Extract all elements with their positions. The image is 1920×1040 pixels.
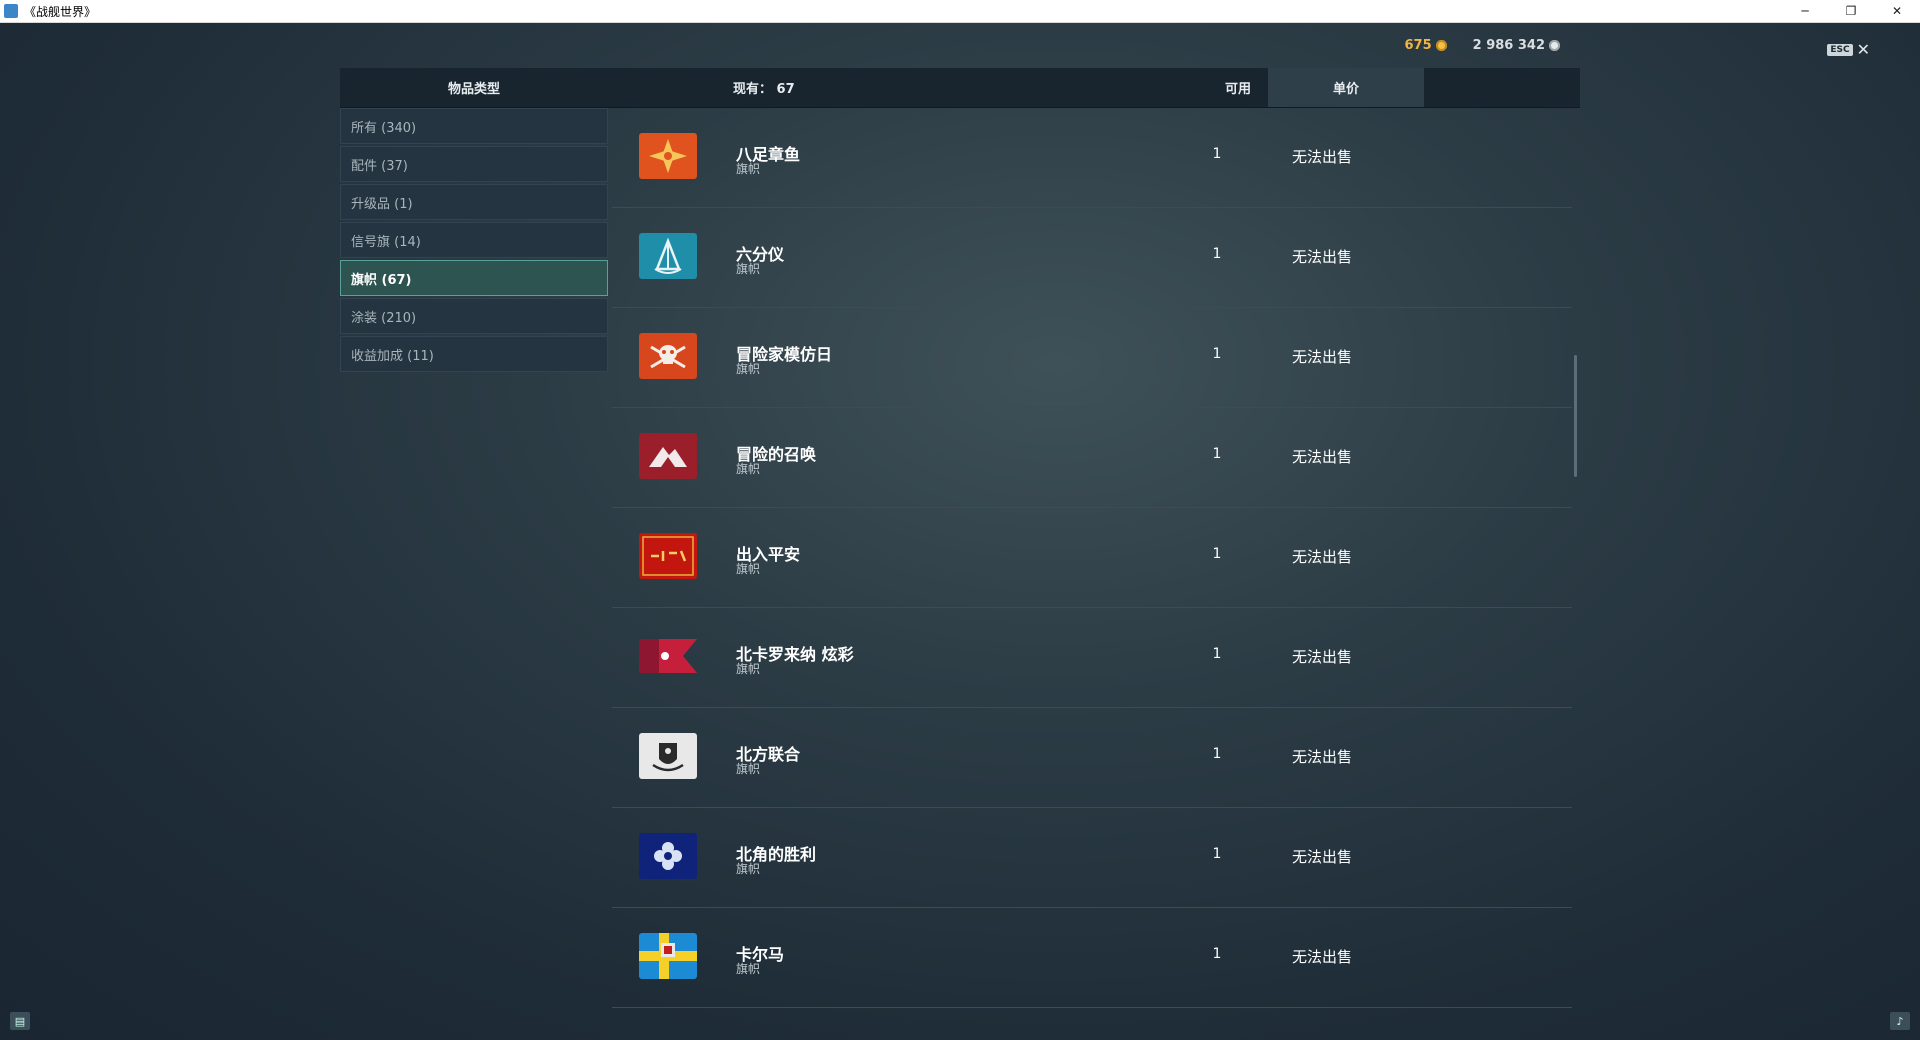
crest-flag-icon <box>639 733 697 779</box>
item-price: 无法出售 <box>1292 148 1353 166</box>
item-available: 1 <box>1212 146 1222 162</box>
list-item[interactable]: 卡尔马 旗帜 1 无法出售 <box>612 908 1572 1008</box>
list-item[interactable]: 冒险家模仿日 旗帜 1 无法出售 <box>612 308 1572 408</box>
item-price: 无法出售 <box>1292 448 1353 466</box>
pirate-flag-icon <box>639 333 697 379</box>
item-price: 无法出售 <box>1292 748 1353 766</box>
item-available: 1 <box>1212 746 1222 762</box>
item-price: 无法出售 <box>1292 848 1353 866</box>
owned-count-header: 现有： 67 <box>733 82 795 97</box>
minimize-button[interactable]: ─ <box>1782 0 1828 22</box>
close-icon[interactable]: ✕ <box>1857 42 1870 58</box>
esc-close-button[interactable]: ESC ✕ <box>1827 42 1870 58</box>
item-type: 旗帜 <box>736 462 761 476</box>
item-type-header: 物品类型 <box>447 82 500 97</box>
item-type: 旗帜 <box>736 962 761 976</box>
item-available: 1 <box>1212 646 1222 662</box>
item-price: 无法出售 <box>1292 548 1353 566</box>
close-window-button[interactable]: ✕ <box>1874 0 1920 22</box>
app-icon <box>4 4 18 18</box>
window-title: 《战舰世界》 <box>24 4 97 19</box>
item-available: 1 <box>1212 346 1222 362</box>
north-carolina-flag-icon <box>639 633 697 679</box>
category-sidebar: 所有 (340) 配件 (37) 升级品 (1) 信号旗 (14) 旗帜 (67… <box>340 108 608 374</box>
inventory-header: 物品类型 现有： 67 可用 单价 <box>340 68 1580 108</box>
currency-bar: 675 2 986 342 <box>1404 38 1560 53</box>
item-available: 1 <box>1212 946 1222 962</box>
item-available: 1 <box>1212 546 1222 562</box>
item-price: 无法出售 <box>1292 348 1353 366</box>
item-price: 无法出售 <box>1292 648 1353 666</box>
sextant-flag-icon <box>639 233 697 279</box>
list-item[interactable]: 北角的胜利 旗帜 1 无法出售 <box>612 808 1572 908</box>
kalmar-flag-icon <box>639 933 697 979</box>
item-available: 1 <box>1212 446 1222 462</box>
category-upgrades[interactable]: 升级品 (1) <box>340 184 608 220</box>
item-available: 1 <box>1212 246 1222 262</box>
esc-key-badge: ESC <box>1827 44 1853 56</box>
doubloons-value: 675 <box>1404 38 1432 53</box>
category-modules[interactable]: 配件 (37) <box>340 146 608 182</box>
item-type: 旗帜 <box>736 762 761 776</box>
item-type: 旗帜 <box>736 562 761 576</box>
item-list: 八足章鱼 旗帜 1 无法出售 六分仪 旗帜 1 无法出售 冒险家模仿日 旗帜 1… <box>612 108 1572 1008</box>
item-available: 1 <box>1212 846 1222 862</box>
credit-icon <box>1549 40 1560 51</box>
window-controls: ─ ❐ ✕ <box>1782 0 1920 22</box>
calligraphy-flag-icon <box>639 533 697 579</box>
restore-button[interactable]: ❐ <box>1828 0 1874 22</box>
item-type: 旗帜 <box>736 362 761 376</box>
window-titlebar: 《战舰世界》 ─ ❐ ✕ <box>0 0 1920 23</box>
price-column-header[interactable]: 单价 <box>1268 68 1424 107</box>
list-scrollbar[interactable] <box>1574 355 1577 477</box>
list-item[interactable]: 六分仪 旗帜 1 无法出售 <box>612 208 1572 308</box>
item-price: 无法出售 <box>1292 248 1353 266</box>
credits-value: 2 986 342 <box>1472 38 1545 53</box>
category-camouflages[interactable]: 涂装 (210) <box>340 298 608 334</box>
doubloon-icon <box>1435 40 1447 51</box>
list-item[interactable]: 北方联合 旗帜 1 无法出售 <box>612 708 1572 808</box>
notification-bell-icon[interactable]: ♪ <box>1890 1012 1910 1030</box>
list-item[interactable]: 出入平安 旗帜 1 无法出售 <box>612 508 1572 608</box>
item-type: 旗帜 <box>736 162 761 176</box>
category-all[interactable]: 所有 (340) <box>340 108 608 144</box>
category-signals[interactable]: 信号旗 (14) <box>340 222 608 258</box>
item-type: 旗帜 <box>736 862 761 876</box>
north-cape-flag-icon <box>639 833 697 879</box>
list-item[interactable]: 八足章鱼 旗帜 1 无法出售 <box>612 108 1572 208</box>
item-type: 旗帜 <box>736 262 761 276</box>
list-item[interactable]: 北卡罗来纳 炫彩 旗帜 1 无法出售 <box>612 608 1572 708</box>
chat-icon[interactable]: ▤ <box>10 1012 30 1030</box>
available-column-header[interactable]: 可用 <box>1198 78 1278 97</box>
item-type: 旗帜 <box>736 662 761 676</box>
doubloons-balance: 675 <box>1404 38 1447 53</box>
category-flags[interactable]: 旗帜 (67) <box>340 260 608 296</box>
category-boosters[interactable]: 收益加成 (11) <box>340 336 608 372</box>
mountain-flag-icon <box>639 433 697 479</box>
item-price: 无法出售 <box>1292 948 1353 966</box>
credits-balance: 2 986 342 <box>1473 38 1560 53</box>
octopus-flag-icon <box>639 133 697 179</box>
list-item[interactable]: 冒险的召唤 旗帜 1 无法出售 <box>612 408 1572 508</box>
